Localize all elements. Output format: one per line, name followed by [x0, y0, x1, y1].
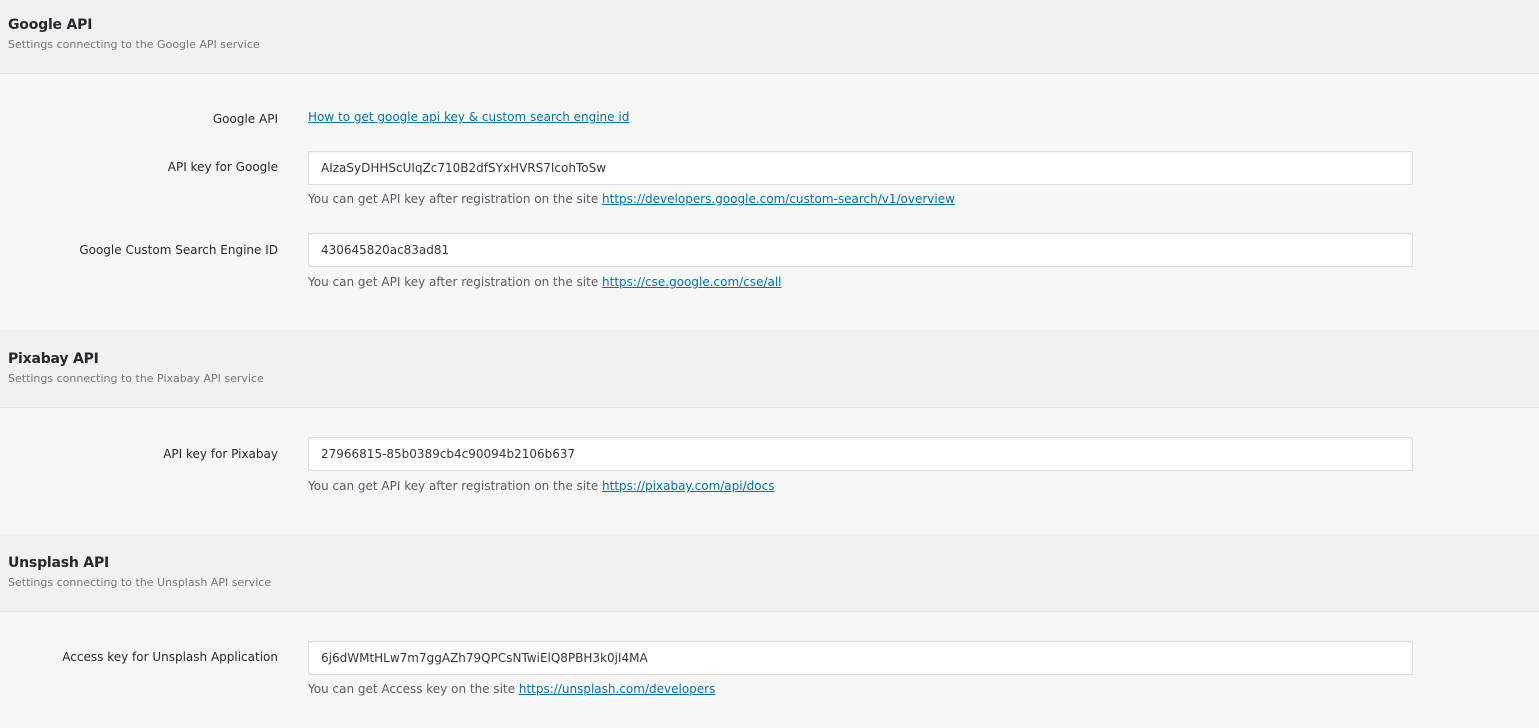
unsplash-access-key-help-text: You can get Access key on the site	[308, 682, 519, 696]
google-api-key-input[interactable]	[308, 151, 1413, 185]
google-api-key-label: API key for Google	[167, 160, 278, 174]
unsplash-api-section-body: Access key for Unsplash Application You …	[0, 612, 1539, 728]
unsplash-access-key-help: You can get Access key on the site https…	[308, 682, 715, 696]
unsplash-access-key-help-link[interactable]: https://unsplash.com/developers	[519, 682, 715, 696]
unsplash-access-key-label: Access key for Unsplash Application	[62, 650, 278, 664]
google-cse-id-help-link[interactable]: https://cse.google.com/cse/all	[602, 275, 781, 289]
google-cse-id-label: Google Custom Search Engine ID	[79, 243, 278, 257]
unsplash-access-key-input[interactable]	[308, 641, 1413, 675]
unsplash-api-description: Settings connecting to the Unsplash API …	[8, 576, 272, 589]
google-api-key-help: You can get API key after registration o…	[308, 192, 955, 206]
pixabay-api-description: Settings connecting to the Pixabay API s…	[8, 372, 264, 385]
google-api-section-header: Google API Settings connecting to the Go…	[0, 0, 1539, 74]
unsplash-api-title: Unsplash API	[8, 555, 110, 571]
google-cse-id-input[interactable]	[308, 233, 1413, 267]
google-cse-id-help: You can get API key after registration o…	[308, 275, 782, 289]
pixabay-api-key-input[interactable]	[308, 437, 1413, 471]
pixabay-api-key-label: API key for Pixabay	[163, 447, 278, 461]
google-api-key-help-text: You can get API key after registration o…	[308, 192, 603, 206]
pixabay-api-key-help-link[interactable]: https://pixabay.com/api/docs	[602, 479, 774, 493]
pixabay-api-title: Pixabay API	[8, 351, 99, 367]
google-api-description: Settings connecting to the Google API se…	[8, 38, 260, 51]
unsplash-api-section-header: Unsplash API Settings connecting to the …	[0, 534, 1539, 612]
google-cse-id-help-text: You can get API key after registration o…	[308, 275, 603, 289]
google-api-section-body: Google API How to get google api key & c…	[0, 74, 1539, 330]
pixabay-api-key-help-text: You can get API key after registration o…	[308, 479, 603, 493]
google-api-guide-label: Google API	[212, 112, 278, 126]
google-api-guide-link[interactable]: How to get google api key & custom searc…	[308, 110, 629, 124]
pixabay-api-section-header: Pixabay API Settings connecting to the P…	[0, 330, 1539, 408]
google-api-key-help-link[interactable]: https://developers.google.com/custom-sea…	[602, 192, 955, 206]
pixabay-api-section-body: API key for Pixabay You can get API key …	[0, 408, 1539, 534]
google-api-title: Google API	[8, 17, 93, 33]
pixabay-api-key-help: You can get API key after registration o…	[308, 479, 774, 493]
